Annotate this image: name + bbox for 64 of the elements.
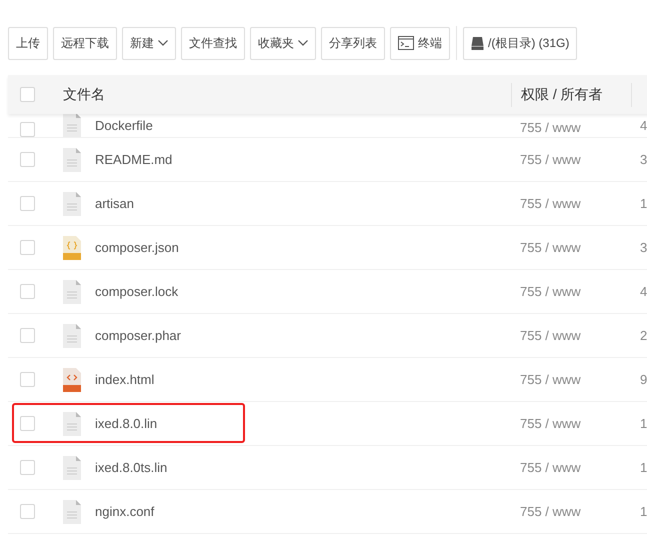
row-checkbox[interactable]: [20, 504, 35, 519]
toolbar-button[interactable]: 文件查找: [181, 26, 245, 60]
file-name[interactable]: index.html: [95, 372, 154, 387]
file-name[interactable]: Dockerfile: [95, 118, 153, 132]
row-checkbox[interactable]: [20, 328, 35, 343]
row-checkbox[interactable]: [20, 460, 35, 475]
column-header[interactable]: 权限 / 所有者: [511, 82, 631, 106]
row-checkbox[interactable]: [20, 416, 35, 431]
chevron-down-icon: [158, 40, 168, 46]
permission-owner: 755 / www: [520, 504, 581, 518]
row-checkbox[interactable]: [20, 196, 35, 211]
toolbar-button[interactable]: 分享列表: [321, 26, 385, 60]
file-name[interactable]: ixed.8.0.lin: [95, 416, 158, 431]
file-icon: [63, 500, 81, 524]
row-checkbox[interactable]: [20, 372, 35, 387]
row-checkbox[interactable]: [20, 152, 35, 167]
terminal-button[interactable]: 终端: [390, 26, 450, 60]
column-header[interactable]: 文件名: [54, 86, 511, 104]
table-cell: 9: [640, 372, 647, 387]
file-name[interactable]: composer.json: [95, 240, 179, 255]
json-file-icon: [63, 236, 81, 260]
file-icon: [63, 324, 81, 348]
file-name[interactable]: composer.phar: [95, 328, 181, 343]
disk-button[interactable]: /(根目录) (31G): [463, 26, 578, 60]
chevron-down-icon: [298, 40, 308, 46]
permission-owner: 755 / www: [520, 328, 581, 342]
terminal-icon: [398, 36, 414, 50]
permission-owner: 755 / www: [520, 372, 581, 386]
permission-owner: 755 / www: [520, 284, 581, 298]
table-cell: 4: [640, 284, 647, 299]
permission-owner: 755 / www: [520, 120, 581, 135]
toolbar-button[interactable]: 远程下载: [53, 26, 117, 60]
table-cell: 1: [640, 460, 647, 475]
row-checkbox[interactable]: [20, 240, 35, 255]
file-name[interactable]: README.md: [95, 152, 172, 167]
table-cell: 4: [640, 118, 647, 133]
table-cell: 2: [640, 328, 647, 343]
file-icon: [63, 456, 81, 480]
file-name[interactable]: artisan: [95, 196, 134, 211]
permission-owner: 755 / www: [520, 152, 581, 166]
table-cell: 3: [640, 240, 647, 255]
dropdown-button[interactable]: 收藏夹: [250, 26, 316, 60]
table-cell: 1: [640, 196, 647, 211]
file-icon: [63, 412, 81, 436]
permission-owner: 755 / www: [520, 240, 581, 254]
table-cell: 1: [640, 416, 647, 431]
file-name[interactable]: composer.lock: [95, 284, 178, 299]
html-file-icon: [63, 368, 81, 392]
file-icon: [63, 280, 81, 304]
permission-owner: 755 / www: [520, 196, 581, 210]
file-name[interactable]: ixed.8.0ts.lin: [95, 460, 168, 475]
row-checkbox[interactable]: [20, 122, 35, 137]
file-icon: [63, 192, 81, 216]
permission-owner: 755 / www: [520, 460, 581, 474]
select-all-checkbox[interactable]: [20, 87, 35, 102]
disk-icon: [471, 36, 484, 50]
toolbar-button[interactable]: 上传: [8, 26, 48, 60]
file-name[interactable]: nginx.conf: [95, 504, 154, 519]
table-cell: 3: [640, 152, 647, 167]
row-checkbox[interactable]: [20, 284, 35, 299]
dropdown-button[interactable]: 新建: [122, 26, 176, 60]
table-cell: 1: [640, 504, 647, 519]
permission-owner: 755 / www: [520, 416, 581, 430]
file-icon: [63, 148, 81, 172]
